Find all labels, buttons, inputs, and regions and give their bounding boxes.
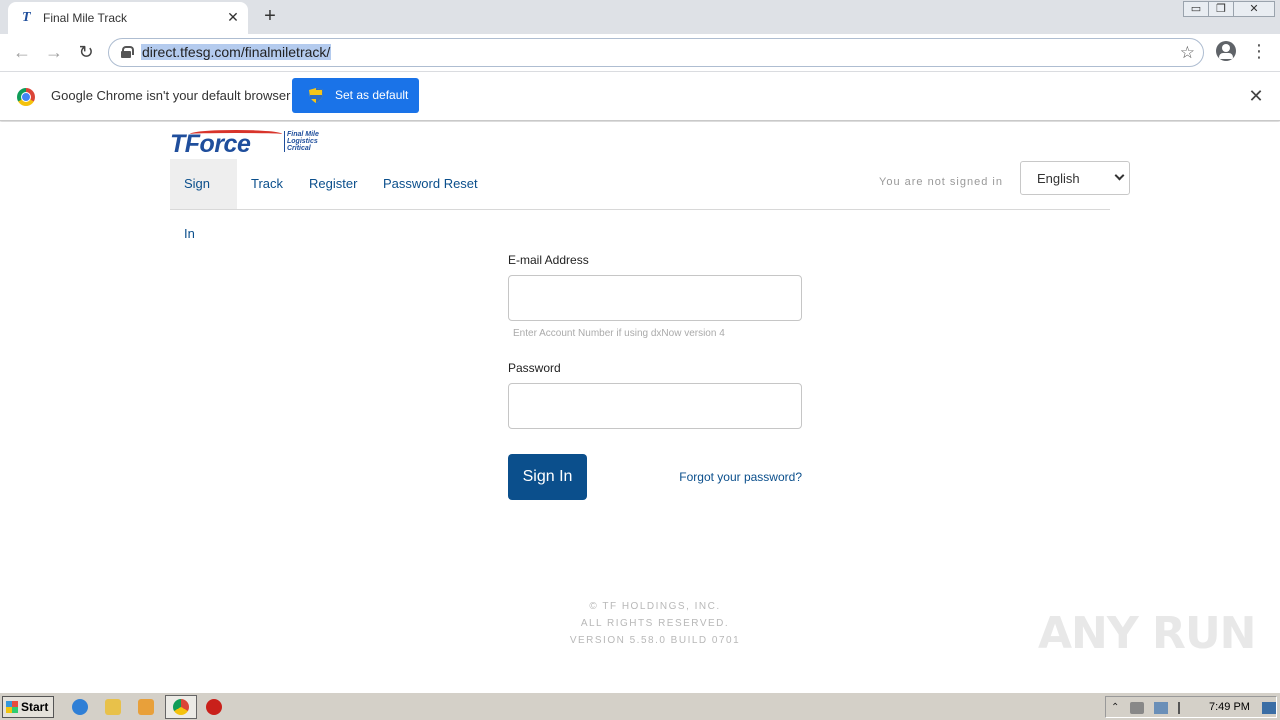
- browser-tab[interactable]: T Final Mile Track ✕: [8, 2, 248, 34]
- password-label: Password: [508, 361, 561, 375]
- tab-close-icon[interactable]: ✕: [224, 8, 242, 26]
- file-explorer-icon[interactable]: [105, 699, 121, 715]
- start-button[interactable]: Start: [2, 696, 54, 718]
- nav-sign-in[interactable]: Sign In: [170, 159, 237, 241]
- anyrun-watermark: ANY RUN: [1038, 608, 1256, 659]
- network-icon[interactable]: [1154, 702, 1168, 714]
- lock-icon[interactable]: [121, 46, 134, 58]
- email-hint: Enter Account Number if using dxNow vers…: [513, 328, 725, 339]
- bookmark-star-icon[interactable]: ☆: [1180, 43, 1195, 63]
- url-text[interactable]: direct.tfesg.com/finalmiletrack/: [141, 44, 332, 60]
- action-center-flag-icon[interactable]: [1178, 702, 1192, 714]
- minimize-window-icon[interactable]: ▭: [1183, 1, 1209, 17]
- forgot-password-link[interactable]: Forgot your password?: [679, 470, 802, 484]
- uac-shield-icon: [309, 88, 323, 103]
- new-tab-icon[interactable]: +: [260, 6, 280, 26]
- email-field[interactable]: [508, 275, 802, 321]
- footer-rights: ALL RIGHTS RESERVED.: [580, 618, 730, 629]
- language-select[interactable]: English: [1020, 161, 1130, 195]
- nav-password-reset[interactable]: Password Reset: [369, 159, 492, 209]
- default-browser-infobar: Google Chrome isn't your default browser…: [0, 71, 1280, 121]
- tforce-favicon-icon: T: [22, 10, 31, 25]
- windows-logo-icon: [6, 701, 18, 713]
- footer-version: VERSION 5.58.0 BUILD 0701: [569, 635, 741, 646]
- internet-explorer-icon[interactable]: [72, 699, 88, 715]
- start-label: Start: [21, 700, 49, 714]
- infobar-close-icon[interactable]: ✕: [1246, 86, 1266, 106]
- set-as-default-label: Set as default: [335, 88, 409, 102]
- show-hidden-icons-icon[interactable]: ⌃: [1111, 702, 1125, 714]
- system-tray: ⌃ 7:49 PM: [1105, 696, 1277, 718]
- sign-in-status: You are not signed in: [879, 176, 1003, 188]
- chevron-down-icon: [1114, 170, 1125, 181]
- close-window-icon[interactable]: ✕: [1233, 1, 1275, 17]
- chrome-logo-icon: [17, 88, 35, 106]
- sign-in-button[interactable]: Sign In: [508, 454, 587, 500]
- show-desktop-icon[interactable]: [1262, 702, 1276, 714]
- reload-icon[interactable]: ↻: [76, 42, 96, 62]
- media-player-icon[interactable]: [138, 699, 154, 715]
- volume-icon[interactable]: [1130, 702, 1144, 714]
- web-page: TForce Final Mile Logistics Critical Sig…: [0, 122, 1280, 692]
- chrome-taskbar-button[interactable]: [165, 695, 197, 719]
- stop-sign-icon[interactable]: [206, 699, 222, 715]
- windows-taskbar: Start ⌃ 7:49 PM: [0, 692, 1280, 720]
- chrome-taskbar-icon: [173, 699, 189, 715]
- site-nav: Sign In Track Register Password Reset Yo…: [170, 159, 1130, 241]
- chrome-menu-icon[interactable]: ⋮: [1250, 40, 1268, 62]
- nav-register[interactable]: Register: [295, 159, 371, 209]
- set-as-default-button[interactable]: Set as default: [292, 78, 419, 113]
- taskbar-clock[interactable]: 7:49 PM: [1209, 701, 1250, 713]
- page-footer: © TF HOLDINGS, INC. ALL RIGHTS RESERVED.…: [540, 598, 770, 649]
- password-field[interactable]: [508, 383, 802, 429]
- forward-icon[interactable]: →: [44, 42, 64, 62]
- footer-copyright: © TF HOLDINGS, INC.: [589, 601, 721, 612]
- tforce-logo[interactable]: TForce Final Mile Logistics Critical: [170, 130, 330, 158]
- email-label: E-mail Address: [508, 253, 589, 267]
- logo-tagline: Final Mile Logistics Critical: [284, 131, 319, 152]
- infobar-message: Google Chrome isn't your default browser: [51, 88, 291, 103]
- tab-strip: T Final Mile Track ✕ + ▭ ❐ ✕: [0, 0, 1280, 34]
- logo-wordmark: TForce: [170, 130, 251, 158]
- tab-title: Final Mile Track: [43, 11, 128, 25]
- restore-window-icon[interactable]: ❐: [1208, 1, 1234, 17]
- nav-track[interactable]: Track: [237, 159, 297, 209]
- browser-toolbar: ← → ↻ direct.tfesg.com/finalmiletrack/ ☆…: [0, 34, 1280, 71]
- profile-avatar-icon[interactable]: [1216, 41, 1236, 61]
- back-icon[interactable]: ←: [12, 42, 32, 62]
- language-value: English: [1037, 171, 1080, 186]
- address-bar[interactable]: direct.tfesg.com/finalmiletrack/ ☆: [108, 38, 1204, 67]
